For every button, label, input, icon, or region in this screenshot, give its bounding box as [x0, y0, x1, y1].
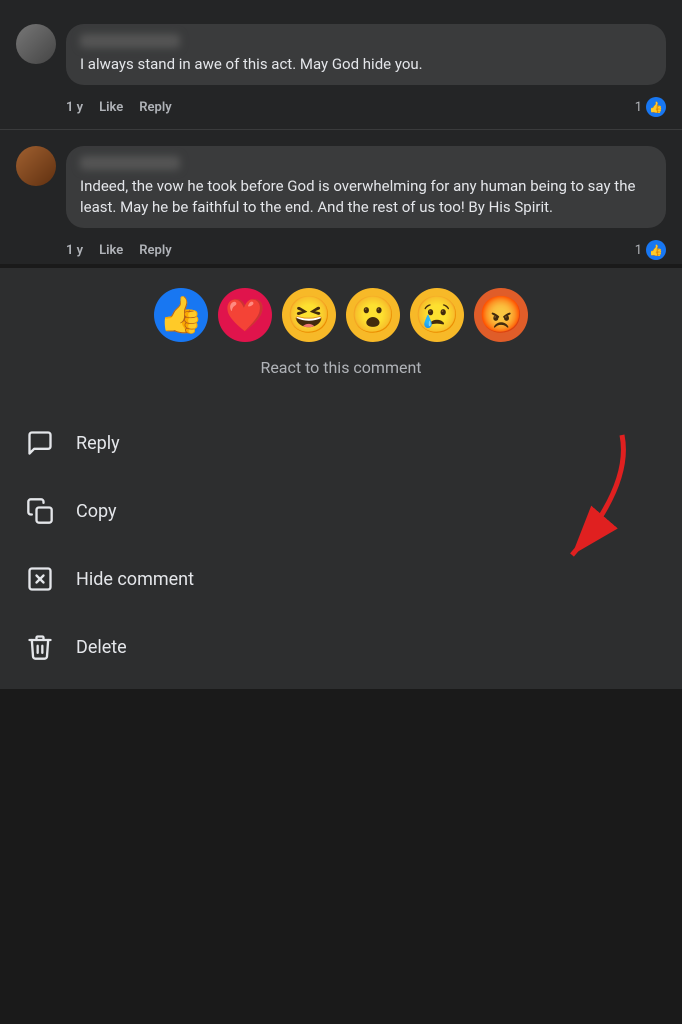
delete-label: Delete	[76, 637, 127, 658]
comment-text: I always stand in awe of this act. May G…	[80, 54, 652, 75]
reply-label: Reply	[76, 433, 120, 454]
hide-icon	[24, 563, 56, 595]
like-button[interactable]: Like	[99, 100, 123, 115]
comment-time: 1 y	[66, 100, 83, 115]
like-button[interactable]: Like	[99, 243, 123, 258]
menu-reply-item[interactable]: Reply	[0, 409, 682, 477]
copy-icon	[24, 495, 56, 527]
reaction-section: 👍 ❤️ 😆 😮 😢 😡 React to this comment	[0, 268, 682, 401]
like-count: 1 👍	[635, 240, 666, 260]
comment-bubble: Indeed, the vow he took before God is ov…	[66, 146, 666, 228]
reaction-sad-button[interactable]: 😢	[410, 288, 464, 342]
divider	[0, 129, 682, 130]
reply-button[interactable]: Reply	[139, 243, 171, 258]
reply-icon	[24, 427, 56, 459]
comment-username	[80, 156, 180, 170]
copy-label: Copy	[76, 501, 117, 522]
reaction-wow-button[interactable]: 😮	[346, 288, 400, 342]
comment-bubble: I always stand in awe of this act. May G…	[66, 24, 666, 85]
comment-time: 1 y	[66, 243, 83, 258]
comment-text: Indeed, the vow he took before God is ov…	[80, 176, 652, 218]
comment-item: Indeed, the vow he took before God is ov…	[0, 138, 682, 236]
reply-button[interactable]: Reply	[139, 100, 171, 115]
comment-actions: 1 y Like Reply 1 👍	[0, 93, 682, 121]
like-number: 1	[635, 100, 642, 115]
avatar	[16, 146, 56, 186]
menu-hide-item[interactable]: Hide comment	[0, 545, 682, 613]
menu-copy-item[interactable]: Copy	[0, 477, 682, 545]
reaction-love-button[interactable]: ❤️	[218, 288, 272, 342]
trash-icon	[24, 631, 56, 663]
comments-section: I always stand in awe of this act. May G…	[0, 0, 682, 264]
like-badge: 👍	[646, 240, 666, 260]
react-label: React to this comment	[16, 358, 666, 377]
reaction-angry-button[interactable]: 😡	[474, 288, 528, 342]
reaction-like-button[interactable]: 👍	[154, 288, 208, 342]
like-number: 1	[635, 243, 642, 258]
comment-username	[80, 34, 180, 48]
hide-comment-label: Hide comment	[76, 569, 194, 590]
comment-actions: 1 y Like Reply 1 👍	[0, 236, 682, 264]
reaction-haha-button[interactable]: 😆	[282, 288, 336, 342]
like-badge: 👍	[646, 97, 666, 117]
like-count: 1 👍	[635, 97, 666, 117]
avatar	[16, 24, 56, 64]
comment-item: I always stand in awe of this act. May G…	[0, 16, 682, 93]
menu-delete-item[interactable]: Delete	[0, 613, 682, 681]
reaction-bar: 👍 ❤️ 😆 😮 😢 😡	[16, 288, 666, 342]
menu-section: Reply Copy Hide comment	[0, 401, 682, 689]
